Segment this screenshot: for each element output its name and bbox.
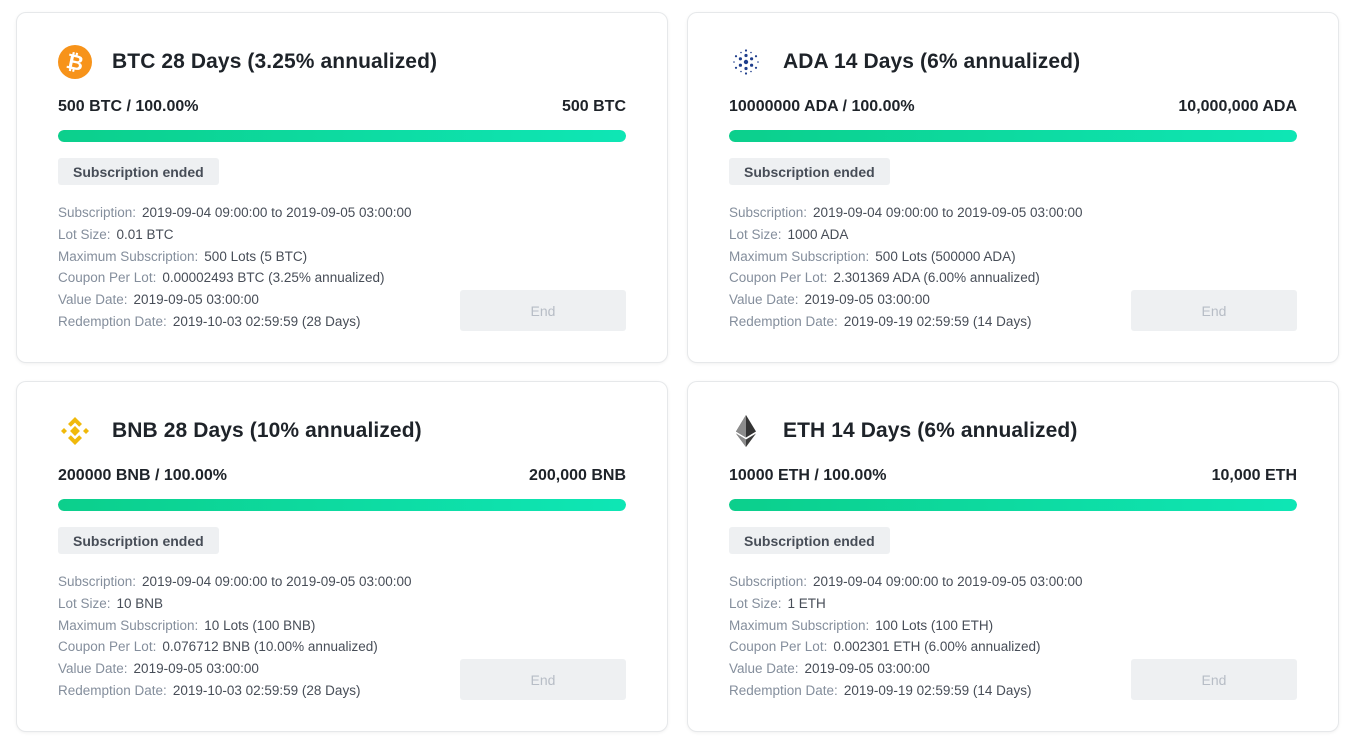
detail-max-subscription: Maximum Subscription: 500 Lots (500000 AD… (729, 248, 1016, 264)
progress-text: 200000 BNB / 100.00% (58, 467, 227, 484)
product-card-btc: ₿ BTC 28 Days (3.25% annualized) 500 BTC… (16, 12, 668, 363)
amount-row: 200000 BNB / 100.00% 200,000 BNB (58, 467, 626, 485)
card-title: BTC 28 Days (3.25% annualized) (112, 50, 438, 73)
card-title: BNB 28 Days (10% annualized) (112, 419, 422, 442)
detail-lot-size: Lot Size: 10 BNB (58, 595, 164, 611)
detail-coupon-per-lot: Coupon Per Lot: 0.00002493 BTC (3.25% ann… (58, 270, 385, 286)
detail-value-date: Value Date: 2019-09-05 03:00:00 (729, 661, 930, 677)
card-header: ADA 14 Days (6% annualized) (729, 45, 1080, 79)
progress-bar (58, 499, 626, 511)
detail-coupon-per-lot: Coupon Per Lot: 0.076712 BNB (10.00% annu… (58, 639, 378, 655)
progress-text: 10000000 ADA / 100.00% (729, 98, 915, 115)
end-button[interactable]: End (460, 659, 626, 700)
detail-max-subscription: Maximum Subscription: 100 Lots (100 ETH) (729, 617, 994, 633)
detail-lot-size: Lot Size: 0.01 BTC (58, 226, 174, 242)
detail-lot-size: Lot Size: 1000 ADA (729, 226, 849, 242)
end-button[interactable]: End (460, 290, 626, 331)
detail-max-subscription: Maximum Subscription: 10 Lots (100 BNB) (58, 617, 316, 633)
status-badge: Subscription ended (729, 527, 890, 554)
card-header: ETH 14 Days (6% annualized) (729, 414, 1077, 448)
detail-redemption-date: Redemption Date: 2019-09-19 02:59:59 (14 … (729, 313, 1032, 329)
progress-bar (729, 499, 1297, 511)
card-title: ADA 14 Days (6% annualized) (783, 50, 1081, 73)
detail-coupon-per-lot: Coupon Per Lot: 0.002301 ETH (6.00% annua… (729, 639, 1041, 655)
status-badge: Subscription ended (58, 158, 219, 185)
detail-redemption-date: Redemption Date: 2019-10-03 02:59:59 (28 … (58, 682, 361, 698)
detail-subscription: Subscription: 2019-09-04 09:00:00 to 2019… (58, 205, 412, 220)
details-list: Subscription: 2019-09-04 09:00:00 to 2019… (58, 571, 412, 702)
progress-text: 10000 ETH / 100.00% (729, 467, 887, 484)
eth-icon (729, 414, 763, 448)
card-title: ETH 14 Days (6% annualized) (783, 419, 1078, 442)
total-amount: 10,000 ETH (1211, 467, 1297, 484)
detail-subscription: Subscription: 2019-09-04 09:00:00 to 2019… (58, 574, 412, 589)
details-list: Subscription: 2019-09-04 09:00:00 to 2019… (729, 571, 1083, 702)
total-amount: 500 BTC (561, 98, 626, 115)
detail-value-date: Value Date: 2019-09-05 03:00:00 (58, 661, 259, 677)
product-card-eth: ETH 14 Days (6% annualized) 10000 ETH / … (687, 381, 1339, 732)
detail-coupon-per-lot: Coupon Per Lot: 2.301369 ADA (6.00% annua… (729, 270, 1040, 286)
progress-bar-fill (729, 499, 1297, 511)
amount-row: 10000 ETH / 100.00% 10,000 ETH (729, 467, 1297, 485)
product-card-ada: ADA 14 Days (6% annualized) 10000000 ADA… (687, 12, 1339, 363)
ada-icon (729, 45, 763, 79)
end-button[interactable]: End (1131, 290, 1297, 331)
total-amount: 200,000 BNB (529, 467, 626, 484)
detail-subscription: Subscription: 2019-09-04 09:00:00 to 2019… (729, 205, 1083, 220)
progress-bar-fill (729, 130, 1297, 142)
progress-bar (729, 130, 1297, 142)
amount-row: 10000000 ADA / 100.00% 10,000,000 ADA (729, 98, 1297, 116)
detail-redemption-date: Redemption Date: 2019-09-19 02:59:59 (14 … (729, 682, 1032, 698)
progress-bar-fill (58, 499, 626, 511)
card-header: BNB 28 Days (10% annualized) (58, 414, 422, 448)
product-card-bnb: BNB 28 Days (10% annualized) 200000 BNB … (16, 381, 668, 732)
detail-subscription: Subscription: 2019-09-04 09:00:00 to 2019… (729, 574, 1083, 589)
progress-bar (58, 130, 626, 142)
status-badge: Subscription ended (58, 527, 219, 554)
detail-redemption-date: Redemption Date: 2019-10-03 02:59:59 (28 … (58, 313, 361, 329)
bnb-icon (58, 414, 92, 448)
details-list: Subscription: 2019-09-04 09:00:00 to 2019… (58, 202, 412, 333)
card-header: ₿ BTC 28 Days (3.25% annualized) (58, 45, 437, 79)
progress-bar-fill (58, 130, 626, 142)
total-amount: 10,000,000 ADA (1178, 98, 1297, 115)
detail-value-date: Value Date: 2019-09-05 03:00:00 (58, 292, 259, 308)
details-list: Subscription: 2019-09-04 09:00:00 to 2019… (729, 202, 1083, 333)
progress-text: 500 BTC / 100.00% (58, 98, 199, 115)
detail-value-date: Value Date: 2019-09-05 03:00:00 (729, 292, 930, 308)
btc-icon: ₿ (58, 45, 92, 79)
status-badge: Subscription ended (729, 158, 890, 185)
amount-row: 500 BTC / 100.00% 500 BTC (58, 98, 626, 116)
detail-max-subscription: Maximum Subscription: 500 Lots (5 BTC) (58, 248, 308, 264)
detail-lot-size: Lot Size: 1 ETH (729, 595, 826, 611)
end-button[interactable]: End (1131, 659, 1297, 700)
